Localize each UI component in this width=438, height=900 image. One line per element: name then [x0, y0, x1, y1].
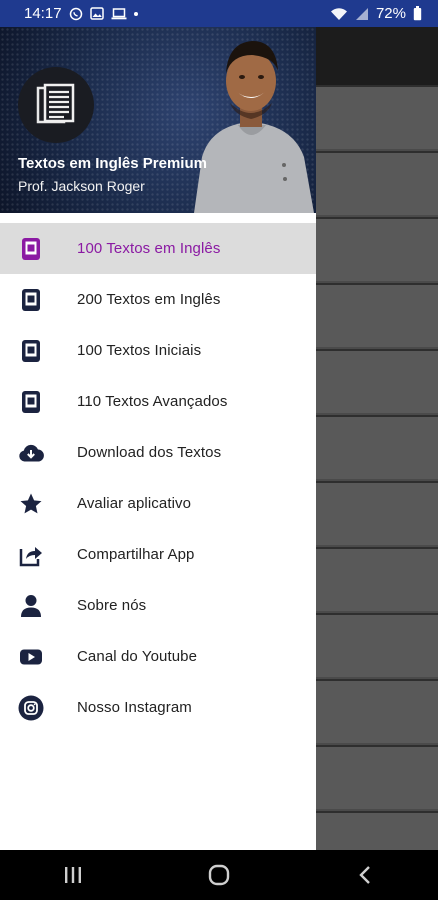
menu-item-label: 100 Textos Iniciais — [77, 342, 202, 359]
battery-icon — [413, 6, 422, 21]
recents-icon — [65, 867, 81, 883]
star-icon — [18, 491, 44, 517]
menu-item-nosso-instagram[interactable]: Nosso Instagram — [0, 682, 316, 733]
drawer-menu: 100 Textos em Inglês 200 Textos em Inglê… — [0, 213, 316, 733]
list-item — [316, 217, 438, 281]
instagram-icon — [18, 695, 44, 721]
menu-item-label: Canal do Youtube — [77, 648, 198, 665]
menu-item-label: Compartilhar App — [77, 546, 195, 563]
menu-item-label: 200 Textos em Inglês — [77, 291, 221, 308]
document-icon — [36, 83, 75, 124]
list-item — [316, 283, 438, 347]
whatsapp-icon — [69, 7, 83, 21]
menu-item-100-textos-em-ingles[interactable]: 100 Textos em Inglês — [0, 223, 316, 274]
app-title: Textos em Inglês Premium — [18, 155, 207, 172]
cloud-download-icon — [18, 440, 44, 466]
list-item — [316, 85, 438, 149]
youtube-icon — [18, 644, 44, 670]
status-right: 72% — [330, 5, 422, 22]
menu-item-label: Download dos Textos — [77, 444, 222, 461]
app-toolbar — [316, 27, 438, 85]
menu-item-canal-do-youtube[interactable]: Canal do Youtube — [0, 631, 316, 682]
laptop-icon — [111, 7, 127, 20]
menu-item-200-textos-em-ingles[interactable]: 200 Textos em Inglês — [0, 274, 316, 325]
clock: 14:17 — [24, 5, 62, 22]
dimmed-app-background[interactable] — [316, 27, 438, 875]
user-icon — [18, 593, 44, 619]
recents-button[interactable] — [43, 855, 103, 895]
share-icon — [18, 542, 44, 568]
drawer-header: Textos em Inglês Premium Prof. Jackson R… — [0, 27, 316, 213]
back-icon — [359, 866, 370, 884]
menu-item-avaliar-aplicativo[interactable]: Avaliar aplicativo — [0, 478, 316, 529]
teacher-photo — [194, 41, 314, 213]
navigation-drawer: Textos em Inglês Premium Prof. Jackson R… — [0, 27, 316, 850]
book-icon — [18, 236, 44, 262]
menu-item-compartilhar-app[interactable]: Compartilhar App — [0, 529, 316, 580]
menu-item-100-textos-iniciais[interactable]: 100 Textos Iniciais — [0, 325, 316, 376]
image-icon — [89, 7, 104, 20]
list-item — [316, 547, 438, 611]
menu-item-label: Sobre nós — [77, 597, 147, 614]
list-item — [316, 481, 438, 545]
home-icon — [208, 864, 230, 886]
wifi-icon — [330, 7, 348, 21]
list-item — [316, 745, 438, 809]
menu-item-sobre-nos[interactable]: Sobre nós — [0, 580, 316, 631]
status-left: 14:17 — [24, 5, 138, 22]
list-item — [316, 415, 438, 479]
menu-item-download-dos-textos[interactable]: Download dos Textos — [0, 427, 316, 478]
menu-item-label: 100 Textos em Inglês — [77, 240, 221, 257]
book-icon — [18, 338, 44, 364]
menu-item-label: 110 Textos Avançados — [77, 393, 228, 410]
signal-icon — [355, 7, 369, 21]
dot-icon — [133, 11, 138, 16]
home-button[interactable] — [189, 855, 249, 895]
list-item — [316, 349, 438, 413]
back-button[interactable] — [335, 855, 395, 895]
system-nav-bar — [0, 850, 438, 900]
battery-percent: 72% — [375, 5, 406, 22]
book-icon — [18, 389, 44, 415]
list-item — [316, 679, 438, 743]
list-item — [316, 613, 438, 677]
menu-item-label: Nosso Instagram — [77, 699, 192, 716]
book-icon — [18, 287, 44, 313]
app-logo — [18, 67, 94, 143]
author-name: Prof. Jackson Roger — [18, 178, 145, 194]
status-bar: 14:17 72% — [0, 0, 438, 27]
menu-item-110-textos-avancados[interactable]: 110 Textos Avançados — [0, 376, 316, 427]
list-item — [316, 151, 438, 215]
menu-item-label: Avaliar aplicativo — [77, 495, 192, 512]
